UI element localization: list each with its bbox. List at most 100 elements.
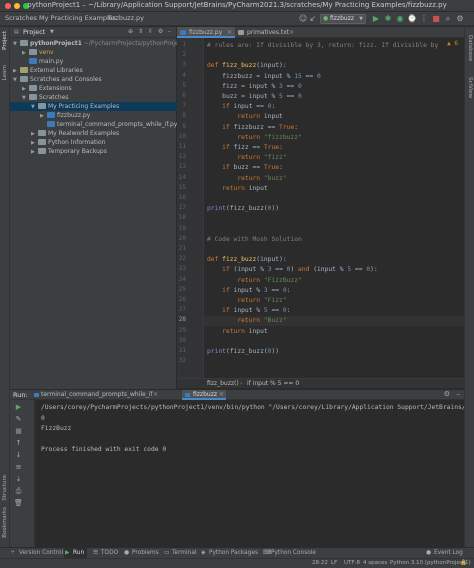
tab-fizzbuzz[interactable]: fizzbuzz.py × <box>177 27 235 38</box>
code-line[interactable]: return "Buzz" <box>204 316 464 327</box>
clear-icon[interactable]: 🗑 <box>14 499 23 508</box>
code-line[interactable]: return "fizzbuzz" <box>207 133 301 143</box>
code-line[interactable]: return "Fizz" <box>207 296 286 306</box>
chevron-down-icon[interactable]: ▼ <box>31 103 38 112</box>
up-arrow-icon[interactable]: ↑ <box>14 439 23 448</box>
tree-item[interactable]: terminal_command_prompts_while_if.py <box>10 120 177 129</box>
profile-icon[interactable]: ⌚ <box>407 14 417 24</box>
code-line[interactable]: def fizz_buzz(input): <box>207 255 287 265</box>
code-line[interactable]: def fizz_buzz(input): <box>207 61 287 71</box>
gear-icon[interactable]: ⚙ <box>158 28 163 35</box>
close-tab-icon[interactable]: × <box>153 390 158 400</box>
close-tab-icon[interactable]: × <box>227 27 232 38</box>
code-line[interactable]: return input <box>207 112 283 122</box>
warning-indicator[interactable]: ▲ 6 <box>447 40 458 47</box>
tree-item[interactable]: ▶ My Realworld Examples <box>10 129 177 138</box>
database-tool-button[interactable]: Database <box>467 35 473 61</box>
breadcrumb-file[interactable]: fizzbuzz.py <box>108 14 144 22</box>
code-line[interactable]: return input <box>207 184 268 194</box>
sciview-tool-button[interactable]: SciView <box>467 77 473 98</box>
chevron-right-icon[interactable]: ▶ <box>31 148 38 157</box>
code-editor[interactable]: ▲ 6 # rules are: If divisible by 3, retu… <box>204 38 464 378</box>
lock-icon[interactable]: 🔒 <box>460 560 467 566</box>
bookmarks-tool-button[interactable]: Bookmarks <box>2 507 8 538</box>
tree-item[interactable]: ▶ fizzbuzz.py <box>10 111 177 120</box>
tree-item[interactable]: ▶ Python Information <box>10 138 177 147</box>
tree-item[interactable]: ▼ pythonProject1 ~/PycharmProjects/python… <box>10 39 188 49</box>
code-line[interactable]: # Code with Mosh Solution <box>207 235 302 245</box>
soft-wrap-icon[interactable]: ≡ <box>14 463 23 472</box>
breadcrumb-function[interactable]: fizz_buzz() <box>207 379 239 388</box>
settings-icon[interactable]: ⚙ <box>455 14 465 24</box>
code-line[interactable]: if input % 5 == 0: <box>207 306 290 316</box>
run-console[interactable]: /Users/corey/PycharmProjects/pythonProje… <box>35 400 464 547</box>
tree-item[interactable]: ▼ Scratches and Consoles <box>10 75 177 84</box>
back-arrow-icon[interactable]: ↙ <box>308 14 318 24</box>
code-line[interactable]: return input <box>207 327 268 337</box>
line-separator[interactable]: LF <box>331 560 337 566</box>
tree-item[interactable]: ▶ External Libraries <box>10 66 177 75</box>
code-line[interactable]: return "FizzBuzz" <box>207 276 301 286</box>
code-line[interactable]: if input == 0: <box>207 102 275 112</box>
tree-item[interactable]: ▶ Extensions <box>10 84 177 93</box>
code-line[interactable]: print(fizz_buzz(0)) <box>207 204 279 214</box>
rerun-icon[interactable]: ▶ <box>14 403 23 412</box>
code-line[interactable]: return "fizz" <box>207 153 286 163</box>
code-line[interactable]: fizz = input % 3 == 0 <box>207 82 302 92</box>
caret-position[interactable]: 28:22 <box>312 560 328 566</box>
user-icon[interactable]: ☺ <box>298 14 308 24</box>
tree-item[interactable]: main.py <box>10 57 177 66</box>
code-line[interactable]: if fizz == True: <box>207 143 283 153</box>
scroll-to-end-icon[interactable]: ⇣ <box>14 475 23 484</box>
run-tab-fizzbuzz[interactable]: fizzbuzz × <box>182 390 226 400</box>
more-icon[interactable]: ⋮ <box>419 14 429 24</box>
breadcrumb-statement[interactable]: if input % 5 == 0 <box>247 379 299 388</box>
expand-all-icon[interactable]: ⇕ <box>138 28 143 35</box>
tab-primatives[interactable]: primatives.txt × <box>235 27 297 38</box>
chevron-down-icon[interactable]: ▼ <box>13 76 20 85</box>
code-line[interactable]: if input % 3 == 0: <box>207 286 290 296</box>
down-arrow-icon[interactable]: ↓ <box>14 451 23 460</box>
code-line[interactable]: fizzbuzz = input % 15 == 0 <box>207 72 321 82</box>
hide-icon[interactable]: – <box>457 390 461 398</box>
run-tab-terminal-prompts[interactable]: terminal_command_prompts_while_if × <box>32 390 160 400</box>
wrench-icon[interactable]: ✎ <box>14 415 23 424</box>
gear-icon[interactable]: ⚙ <box>444 390 450 398</box>
collapse-all-icon[interactable]: ⇳ <box>148 28 153 35</box>
code-line[interactable]: if (input % 3 == 0) and (input % 5 == 0)… <box>207 265 378 275</box>
code-line[interactable]: if fizzbuzz == True: <box>207 123 298 133</box>
run-configuration-select[interactable]: fizzbuzz ● ▼ <box>320 14 366 24</box>
learn-tool-button[interactable]: Learn <box>2 65 8 80</box>
coverage-icon[interactable]: ◉ <box>395 14 405 24</box>
python-interpreter[interactable]: Python 3.10 (pythonProject1) <box>390 560 471 566</box>
close-tab-icon[interactable]: × <box>219 390 224 400</box>
code-line[interactable]: print(fizz_buzz(0)) <box>207 347 279 357</box>
stop-icon[interactable]: ■ <box>431 14 441 24</box>
chevron-down-icon[interactable]: ▼ <box>22 94 29 103</box>
code-line[interactable]: if buzz == True: <box>207 163 283 173</box>
close-tab-icon[interactable]: × <box>289 27 294 38</box>
file-encoding[interactable]: UTF-8 <box>344 560 360 566</box>
chevron-down-icon[interactable]: ▼ <box>13 40 20 49</box>
chevron-down-icon[interactable]: ▼ <box>50 29 54 35</box>
structure-tool-button[interactable]: Structure <box>2 475 8 501</box>
run-icon[interactable]: ▶ <box>371 14 381 24</box>
tree-item[interactable]: ▼ My Practicing Examples <box>10 102 177 111</box>
search-icon[interactable]: ⌕ <box>443 14 453 24</box>
hide-icon[interactable]: – <box>168 28 171 35</box>
tree-item[interactable]: ▼ Scratches <box>10 93 177 102</box>
folder-icon <box>20 76 28 82</box>
locate-icon[interactable]: ⊕ <box>128 28 133 35</box>
code-line[interactable]: buzz = input % 5 == 0 <box>207 92 302 102</box>
code-line[interactable]: return "buzz" <box>207 174 286 184</box>
indent-setting[interactable]: 4 spaces <box>363 560 387 566</box>
project-tool-button[interactable]: Project <box>2 31 8 50</box>
python-file-icon <box>180 30 186 35</box>
tree-item[interactable]: ▶ Temporary Backups <box>10 147 177 156</box>
stop-icon[interactable]: ■ <box>14 427 23 436</box>
tree-item[interactable]: ▶ venv <box>10 48 177 57</box>
print-icon[interactable]: ⎙ <box>14 487 23 496</box>
project-view-select[interactable]: Project <box>23 28 45 36</box>
code-line[interactable]: # rules are: If divisible by 3, return: … <box>207 41 438 51</box>
debug-icon[interactable]: ✱ <box>383 14 393 24</box>
